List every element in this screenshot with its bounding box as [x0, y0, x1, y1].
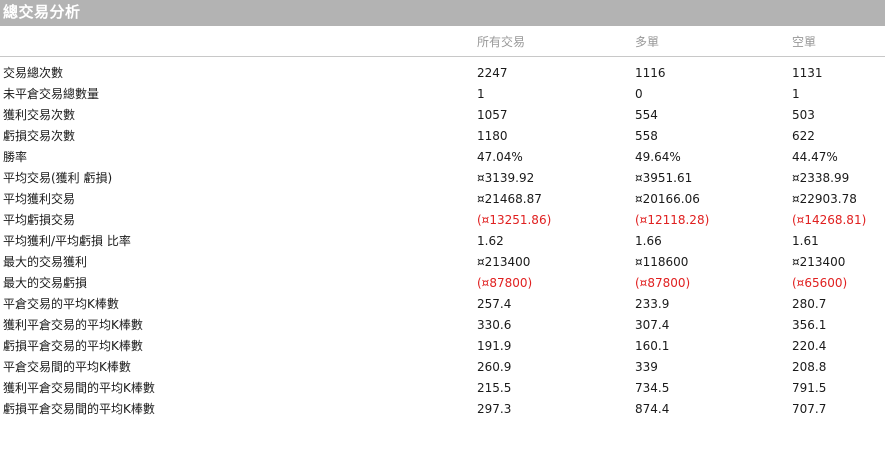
column-header-row: 所有交易 多單 空單 — [0, 26, 885, 57]
value-all-trades: 297.3 — [477, 402, 512, 416]
value-all-trades: 2247 — [477, 66, 508, 80]
value-long: (¤87800) — [635, 276, 691, 290]
table-row: 未平倉交易總數量 1 0 1 — [0, 84, 885, 105]
table-row: 獲利交易次數 1057 554 503 — [0, 105, 885, 126]
value-all-trades: (¤13251.86) — [477, 213, 552, 227]
value-all-trades: 215.5 — [477, 381, 512, 395]
value-all-trades: 1 — [477, 87, 485, 101]
value-long: ¤3951.61 — [635, 171, 693, 185]
value-all-trades: 191.9 — [477, 339, 512, 353]
value-short: 707.7 — [792, 402, 827, 416]
value-short: 1 — [792, 87, 800, 101]
value-long: 233.9 — [635, 297, 670, 311]
value-long: 307.4 — [635, 318, 670, 332]
row-label: 平均交易(獲利 虧損) — [3, 171, 113, 185]
table-row: 最大的交易獲利 ¤213400 ¤118600 ¤213400 — [0, 252, 885, 273]
value-long: 339 — [635, 360, 658, 374]
table-row: 平均交易(獲利 虧損) ¤3139.92 ¤3951.61 ¤2338.99 — [0, 168, 885, 189]
value-all-trades: 260.9 — [477, 360, 512, 374]
value-short: 44.47% — [792, 150, 838, 164]
value-short: 220.4 — [792, 339, 827, 353]
table-row: 虧損交易次數 1180 558 622 — [0, 126, 885, 147]
value-short: 280.7 — [792, 297, 827, 311]
value-short: (¤14268.81) — [792, 213, 867, 227]
row-label: 交易總次數 — [3, 66, 64, 80]
table-row: 虧損平倉交易的平均K棒數 191.9 160.1 220.4 — [0, 336, 885, 357]
table-row: 平均獲利/平均虧損 比率 1.62 1.66 1.61 — [0, 231, 885, 252]
value-all-trades: ¤21468.87 — [477, 192, 542, 206]
value-short: 791.5 — [792, 381, 827, 395]
page-title: 總交易分析 — [3, 3, 81, 21]
value-all-trades: 1180 — [477, 129, 508, 143]
row-label: 平均獲利/平均虧損 比率 — [3, 234, 131, 248]
row-label: 獲利平倉交易的平均K棒數 — [3, 318, 143, 332]
row-label: 平倉交易的平均K棒數 — [3, 297, 119, 311]
value-long: 1.66 — [635, 234, 662, 248]
value-all-trades: 47.04% — [477, 150, 523, 164]
value-long: ¤118600 — [635, 255, 689, 269]
title-bar: 總交易分析 — [0, 0, 885, 26]
row-label: 平均虧損交易 — [3, 213, 76, 227]
value-all-trades: 1057 — [477, 108, 508, 122]
value-long: 734.5 — [635, 381, 670, 395]
value-long: 558 — [635, 129, 658, 143]
row-label: 平均獲利交易 — [3, 192, 76, 206]
value-short: ¤213400 — [792, 255, 846, 269]
value-short: (¤65600) — [792, 276, 848, 290]
value-short: 1.61 — [792, 234, 819, 248]
value-long: 554 — [635, 108, 658, 122]
row-label: 虧損平倉交易的平均K棒數 — [3, 339, 143, 353]
value-short: 208.8 — [792, 360, 827, 374]
table-row: 平均虧損交易 (¤13251.86) (¤12118.28) (¤14268.81) — [0, 210, 885, 231]
value-all-trades: 257.4 — [477, 297, 512, 311]
row-label: 平倉交易間的平均K棒數 — [3, 360, 131, 374]
table-row: 虧損平倉交易間的平均K棒數 297.3 874.4 707.7 — [0, 399, 885, 420]
table-row: 最大的交易虧損 (¤87800) (¤87800) (¤65600) — [0, 273, 885, 294]
column-header-long: 多單 — [635, 35, 660, 49]
table-row: 交易總次數 2247 1116 1131 — [0, 63, 885, 84]
row-label: 獲利交易次數 — [3, 108, 76, 122]
table-row: 平倉交易間的平均K棒數 260.9 339 208.8 — [0, 357, 885, 378]
value-all-trades: 1.62 — [477, 234, 504, 248]
row-label: 虧損平倉交易間的平均K棒數 — [3, 402, 155, 416]
table-row: 平倉交易的平均K棒數 257.4 233.9 280.7 — [0, 294, 885, 315]
value-short: 1131 — [792, 66, 823, 80]
value-short: ¤2338.99 — [792, 171, 850, 185]
value-long: 0 — [635, 87, 643, 101]
table-row: 獲利平倉交易的平均K棒數 330.6 307.4 356.1 — [0, 315, 885, 336]
value-long: ¤20166.06 — [635, 192, 700, 206]
table-row: 獲利平倉交易間的平均K棒數 215.5 734.5 791.5 — [0, 378, 885, 399]
row-label: 獲利平倉交易間的平均K棒數 — [3, 381, 155, 395]
stats-table: 交易總次數 2247 1116 1131 未平倉交易總數量 1 0 1 獲利交易次數 1057 55… — [0, 63, 885, 420]
value-short: ¤22903.78 — [792, 192, 857, 206]
row-label: 未平倉交易總數量 — [3, 87, 100, 101]
row-label: 最大的交易獲利 — [3, 255, 88, 269]
value-all-trades: 330.6 — [477, 318, 512, 332]
row-label: 最大的交易虧損 — [3, 276, 88, 290]
row-label: 虧損交易次數 — [3, 129, 76, 143]
value-long: 1116 — [635, 66, 666, 80]
value-short: 622 — [792, 129, 815, 143]
value-all-trades: ¤213400 — [477, 255, 531, 269]
value-all-trades: (¤87800) — [477, 276, 533, 290]
column-header-short: 空單 — [792, 35, 817, 49]
table-row: 平均獲利交易 ¤21468.87 ¤20166.06 ¤22903.78 — [0, 189, 885, 210]
value-short: 503 — [792, 108, 815, 122]
value-long: 49.64% — [635, 150, 681, 164]
value-long: 160.1 — [635, 339, 670, 353]
value-long: (¤12118.28) — [635, 213, 710, 227]
value-long: 874.4 — [635, 402, 670, 416]
value-short: 356.1 — [792, 318, 827, 332]
table-row: 勝率 47.04% 49.64% 44.47% — [0, 147, 885, 168]
column-header-all-trades: 所有交易 — [477, 35, 526, 49]
row-label: 勝率 — [3, 150, 28, 164]
value-all-trades: ¤3139.92 — [477, 171, 535, 185]
